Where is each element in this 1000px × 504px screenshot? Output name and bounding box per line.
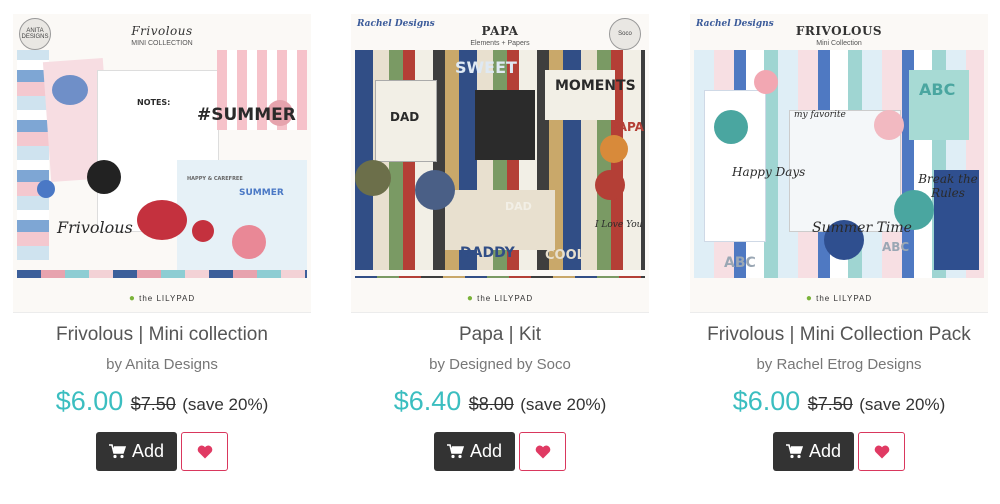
savings-label: (save 20%) xyxy=(520,395,607,414)
cart-icon xyxy=(108,444,126,459)
product-title[interactable]: Frivolous | Mini Collection Pack xyxy=(690,323,988,347)
price-row: $6.00 $7.50 (save 20%) xyxy=(690,383,988,424)
lilypad-logo: ● the LILYPAD xyxy=(128,293,196,304)
product-card: Rachel Designs PAPA Elements + Papers So… xyxy=(351,14,649,471)
add-button-label: Add xyxy=(469,441,503,461)
product-designer[interactable]: by Designed by Soco xyxy=(351,355,649,375)
thumbnail-subtitle: Mini Collection xyxy=(816,40,862,47)
heart-icon xyxy=(197,445,212,458)
add-to-cart-button[interactable]: Add xyxy=(773,432,854,471)
product-image[interactable]: Rachel Designs FRIVOLOUS Mini Collection… xyxy=(690,14,988,313)
sale-price: $6.00 xyxy=(732,386,801,416)
add-to-cart-button[interactable]: Add xyxy=(434,432,515,471)
thumbnail-title: Frivolous xyxy=(131,24,193,38)
wishlist-button[interactable] xyxy=(858,432,905,471)
wishlist-button[interactable] xyxy=(519,432,566,471)
kit-collage: #SUMMER Frivolous NOTES: SUMMER HAPPY & … xyxy=(17,50,307,278)
product-title[interactable]: Frivolous | Mini collection xyxy=(13,323,311,347)
price-row: $6.40 $8.00 (save 20%) xyxy=(351,383,649,424)
action-buttons: Add xyxy=(13,432,311,471)
soco-seal: Soco xyxy=(609,18,641,50)
kit-collage: SWEET MOMENTS DAD DAD DADDY COOL PAPA I … xyxy=(355,50,645,278)
lilypad-logo: ● the LILYPAD xyxy=(466,293,534,304)
product-designer[interactable]: by Rachel Etrog Designs xyxy=(690,355,988,375)
action-buttons: Add xyxy=(690,432,988,471)
sale-price: $6.00 xyxy=(55,386,124,416)
action-buttons: Add xyxy=(351,432,649,471)
thumbnail-title: PAPA xyxy=(481,24,519,38)
thumbnail-subtitle: MINI COLLECTION xyxy=(131,40,193,47)
wishlist-button[interactable] xyxy=(181,432,228,471)
add-to-cart-button[interactable]: Add xyxy=(96,432,177,471)
original-price: $7.50 xyxy=(807,394,853,414)
original-price: $8.00 xyxy=(468,394,514,414)
savings-label: (save 20%) xyxy=(859,395,946,414)
lilypad-logo: ● the LILYPAD xyxy=(805,293,873,304)
add-button-label: Add xyxy=(131,441,165,461)
product-card: Rachel Designs FRIVOLOUS Mini Collection… xyxy=(690,14,988,471)
product-title[interactable]: Papa | Kit xyxy=(351,323,649,347)
kit-collage: ABC my favorite Happy Days Break the Rul… xyxy=(694,50,984,278)
heart-icon xyxy=(874,445,889,458)
product-image[interactable]: Rachel Designs PAPA Elements + Papers So… xyxy=(351,14,649,313)
price-row: $6.00 $7.50 (save 20%) xyxy=(13,383,311,424)
cart-icon xyxy=(446,444,464,459)
product-designer[interactable]: by Anita Designs xyxy=(13,355,311,375)
original-price: $7.50 xyxy=(130,394,176,414)
sale-price: $6.40 xyxy=(393,386,462,416)
product-image[interactable]: ANITA DESIGNS Frivolous MINI COLLECTION … xyxy=(13,14,311,313)
cart-icon xyxy=(785,444,803,459)
thumbnail-title: FRIVOLOUS xyxy=(795,24,883,38)
add-button-label: Add xyxy=(808,441,842,461)
heart-icon xyxy=(535,445,550,458)
product-card: ANITA DESIGNS Frivolous MINI COLLECTION … xyxy=(13,14,311,471)
savings-label: (save 20%) xyxy=(182,395,269,414)
thumbnail-subtitle: Elements + Papers xyxy=(470,40,530,47)
